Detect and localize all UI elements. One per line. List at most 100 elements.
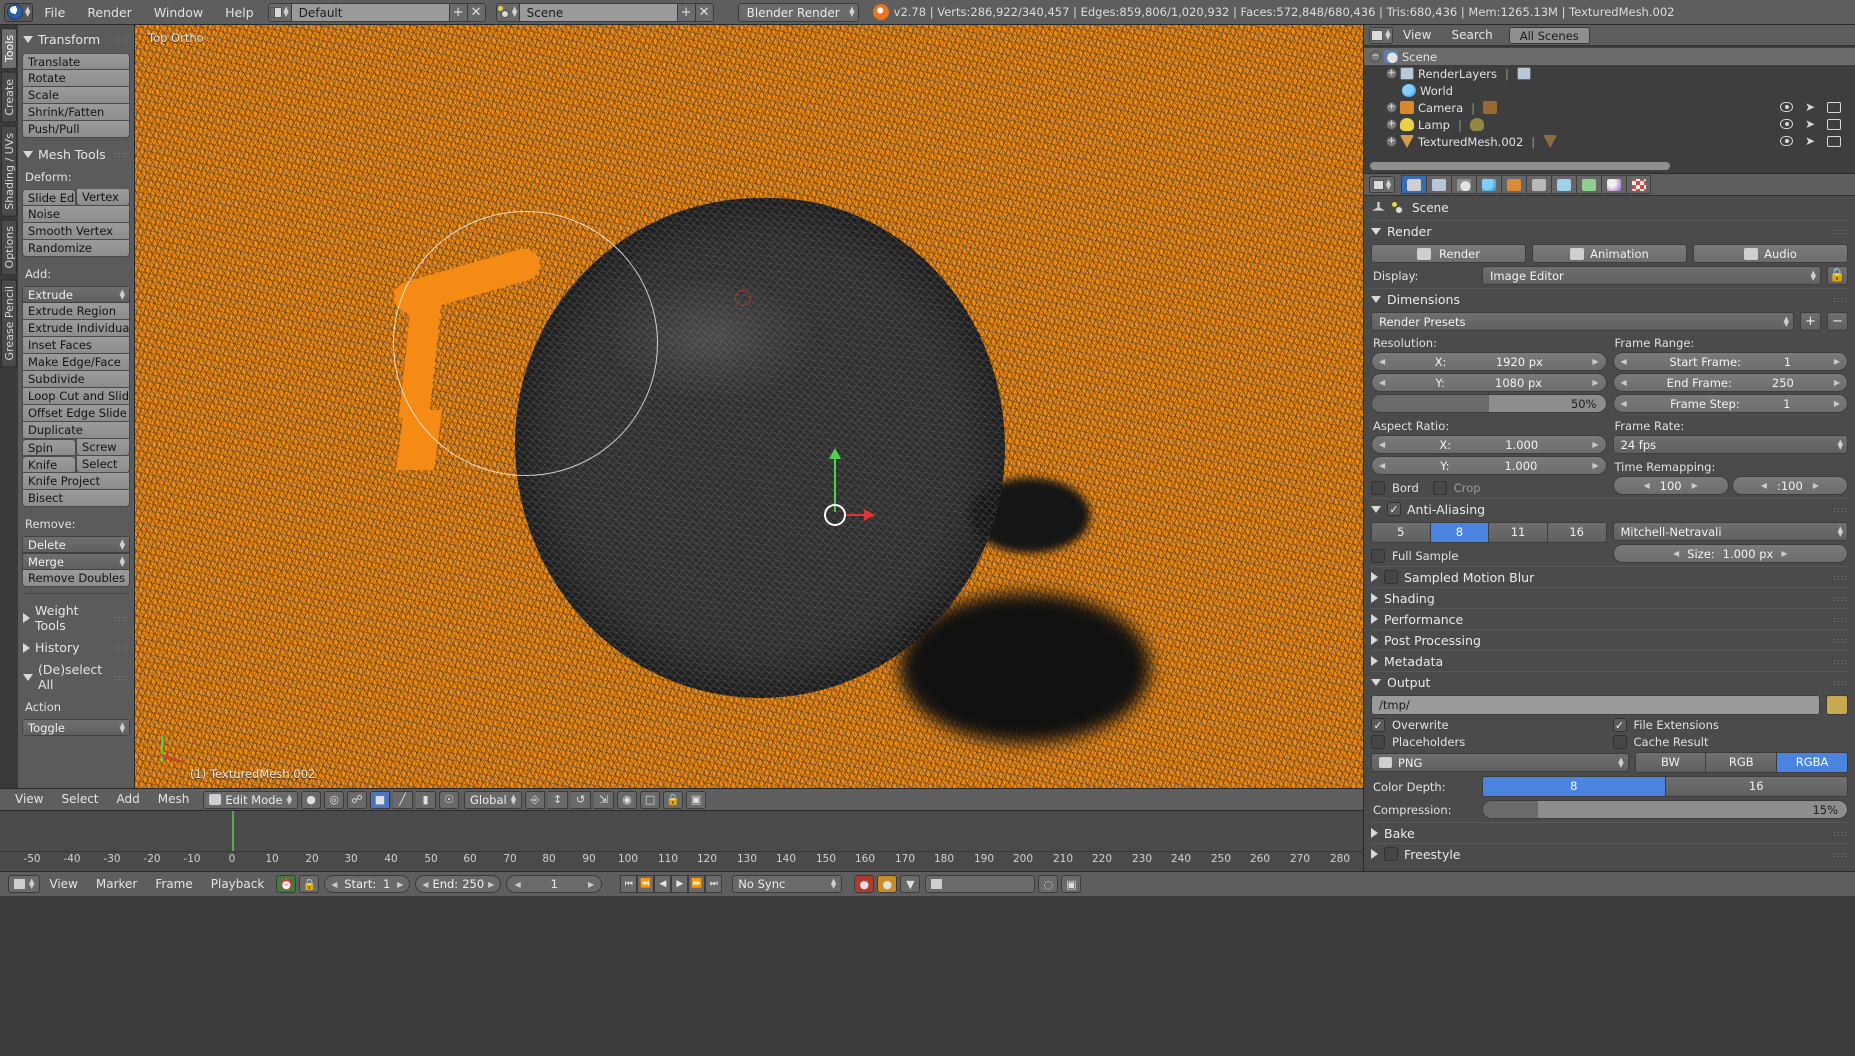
decrement-arrow-icon[interactable]: ◀ [1621, 378, 1627, 387]
menu-window[interactable]: Window [143, 0, 214, 25]
tab-scene[interactable] [1451, 175, 1476, 194]
decrement-arrow-icon[interactable]: ◀ [514, 880, 520, 889]
deselect-all-panel-header[interactable]: (De)select All :::: [21, 659, 131, 696]
only-selected-icon[interactable]: ▣ [1061, 875, 1082, 893]
delete-dropdown[interactable]: Delete ▲ ▼ [22, 536, 130, 553]
timeline-menu-playback[interactable]: Playback [202, 873, 274, 896]
noise-button[interactable]: Noise [22, 206, 130, 223]
limit-selection-visible-icon[interactable]: ☉ [439, 790, 459, 809]
outliner-menu-search[interactable]: Search [1441, 25, 1502, 46]
increment-arrow-icon[interactable]: ▶ [1834, 357, 1840, 366]
screw-button[interactable]: Screw [76, 439, 130, 456]
start-frame-field[interactable]: ◀ Start Frame: 1 ▶ [1612, 352, 1848, 371]
compression-slider[interactable]: 15% [1482, 800, 1848, 819]
shrink-fatten-button[interactable]: Shrink/Fatten [22, 104, 130, 121]
extrude-region-button[interactable]: Extrude Region [22, 303, 130, 320]
color-depth-16[interactable]: 16 [1665, 777, 1847, 796]
bisect-button[interactable]: Bisect [22, 490, 130, 507]
vertex-select-icon[interactable]: ■ [370, 790, 390, 809]
color-mode-bw[interactable]: BW [1635, 753, 1707, 772]
outliner-row-renderlayers[interactable]: + RenderLayers | [1364, 65, 1855, 82]
knife-select-button[interactable]: Select [76, 456, 130, 473]
performance-header[interactable]: Performance :::: [1371, 608, 1848, 629]
cursor-arrow-icon[interactable]: ➤ [1805, 118, 1815, 130]
toolshelf-tab-grease-pencil[interactable]: Grease Pencil [1, 278, 17, 368]
toolshelf-tab-tools[interactable]: Tools [1, 28, 17, 70]
aa-sample-11[interactable]: 11 [1489, 523, 1548, 542]
expand-icon[interactable]: + [1386, 119, 1397, 130]
viewport-menu-add[interactable]: Add [108, 788, 149, 811]
dimensions-section-header[interactable]: Dimensions :::: [1371, 288, 1848, 309]
outliner-display-mode-icon[interactable]: ▲ ▼ [1369, 26, 1393, 44]
file-format-dropdown[interactable]: PNG ▲ ▼ [1371, 753, 1629, 772]
decrement-arrow-icon[interactable]: ◀ [1379, 461, 1385, 470]
output-section-header[interactable]: Output :::: [1371, 671, 1848, 692]
jump-to-start-icon[interactable]: ⏮ [620, 875, 638, 893]
smooth-vertex-button[interactable]: Smooth Vertex [22, 223, 130, 240]
end-frame-field[interactable]: ◀ End Frame: 250 ▶ [1612, 373, 1848, 392]
outliner-row-texturedmesh[interactable]: + TexturedMesh.002 | ➤ [1364, 133, 1855, 150]
randomize-button[interactable]: Randomize [22, 240, 130, 257]
manipulator-toggle-icon[interactable]: ⎆ [525, 790, 546, 809]
face-select-icon[interactable]: ▮ [416, 790, 436, 809]
transform-panel-header[interactable]: Transform :::: [21, 29, 131, 51]
aa-size-field[interactable]: ◀ Size: 1.000 px ▶ [1612, 544, 1848, 563]
interaction-mode-selector[interactable]: Edit Mode ▲ ▼ [203, 790, 298, 809]
toolshelf-tab-options[interactable]: Options [1, 219, 17, 276]
screen-layout-selector[interactable]: ▲ ▼ Default + ✕ [267, 2, 486, 22]
properties-editor-type-icon[interactable]: ▲ ▼ [1369, 176, 1395, 193]
menu-help[interactable]: Help [214, 0, 265, 25]
translate-button[interactable]: Translate [22, 53, 130, 70]
decrement-arrow-icon[interactable]: ◀ [1379, 357, 1385, 366]
aa-sample-5[interactable]: 5 [1372, 523, 1431, 542]
lock-icon[interactable]: 🔒 [663, 790, 684, 809]
knife-project-button[interactable]: Knife Project [22, 473, 130, 490]
slide-vertex-button[interactable]: Vertex [76, 189, 130, 206]
sync-mode-selector[interactable]: No Sync ▲ ▼ [732, 875, 843, 893]
overwrite-checkbox[interactable]: ✓ Overwrite [1371, 718, 1607, 732]
aspect-y-field[interactable]: ◀ Y: 1.000 ▶ [1371, 456, 1607, 475]
remove-preset-button[interactable]: − [1827, 312, 1848, 331]
cache-result-checkbox[interactable]: Cache Result [1612, 735, 1849, 749]
decrement-arrow-icon[interactable]: ◀ [422, 880, 428, 889]
inset-faces-button[interactable]: Inset Faces [22, 337, 130, 354]
scale-manipulator-icon[interactable]: ⇲ [594, 790, 615, 809]
onion-skin-icon[interactable]: ◌ [1038, 875, 1059, 893]
proportional-edit-icon[interactable]: ◉ [617, 790, 638, 809]
render-engine-selector[interactable]: Blender Render ▲ ▼ [737, 2, 859, 22]
antialiasing-checkbox[interactable]: ✓ [1387, 502, 1401, 516]
3d-viewport[interactable]: Top Ortho (1) TexturedMesh.002 [135, 25, 1363, 788]
aa-sample-16[interactable]: 16 [1547, 523, 1606, 542]
crop-checkbox[interactable]: Crop [1432, 481, 1481, 495]
jump-prev-keyframe-icon[interactable]: ⏪ [637, 875, 655, 893]
motion-blur-checkbox[interactable] [1384, 570, 1398, 584]
render-animation-button[interactable]: Animation [1532, 244, 1687, 263]
slide-edge-button[interactable]: Slide Ed [22, 189, 76, 206]
increment-arrow-icon[interactable]: ▶ [1834, 378, 1840, 387]
edge-select-icon[interactable]: ╱ [393, 790, 413, 809]
decrement-arrow-icon[interactable]: ◀ [1673, 549, 1679, 558]
camera-render-icon[interactable] [1827, 136, 1841, 147]
increment-arrow-icon[interactable]: ▶ [1692, 481, 1698, 490]
timeline-editor-type-selector[interactable]: ▲ ▼ [8, 875, 41, 893]
increment-arrow-icon[interactable]: ▶ [1592, 378, 1598, 387]
cursor-arrow-icon[interactable]: ➤ [1805, 135, 1815, 147]
start-frame-field[interactable]: ◀ Start: 1 ▶ [324, 875, 411, 893]
use-preview-range-icon[interactable]: ⏰ [276, 875, 297, 893]
timeline-playhead[interactable] [232, 811, 234, 851]
timeline-menu-frame[interactable]: Frame [146, 873, 201, 896]
frame-step-field[interactable]: ◀ Frame Step: 1 ▶ [1612, 394, 1848, 413]
outliner-menu-view[interactable]: View [1393, 25, 1441, 46]
decrement-arrow-icon[interactable]: ◀ [1379, 440, 1385, 449]
scale-button[interactable]: Scale [22, 87, 130, 104]
color-depth-8[interactable]: 8 [1483, 777, 1666, 796]
render-presets-dropdown[interactable]: Render Presets ▲ ▼ [1371, 312, 1794, 331]
file-extensions-checkbox[interactable]: ✓ File Extensions [1612, 718, 1849, 732]
decrement-arrow-icon[interactable]: ◀ [331, 880, 337, 889]
camera-render-icon[interactable] [1827, 102, 1841, 113]
toggle-dropdown[interactable]: Toggle ▲ ▼ [22, 719, 130, 736]
tab-material[interactable] [1601, 175, 1626, 194]
outliner-editor[interactable]: ▲ ▼ View Search All Scenes − Scene + Rend… [1363, 25, 1855, 173]
increment-arrow-icon[interactable]: ▶ [1834, 399, 1840, 408]
outliner-row-world[interactable]: World [1364, 82, 1855, 99]
